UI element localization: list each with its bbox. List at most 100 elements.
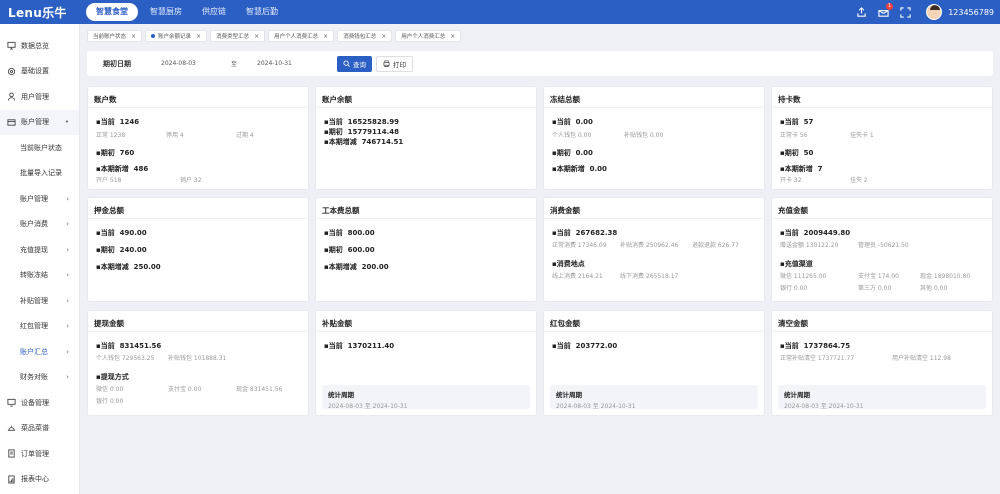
stat-period-title: 统计周期 xyxy=(556,391,582,399)
topnav-supply-chain[interactable]: 供应链 xyxy=(194,0,234,24)
query-button[interactable]: 查询 xyxy=(337,55,372,72)
notification-icon[interactable]: 1 xyxy=(876,3,894,19)
card-fee-total: 工本费总额 ▪当前 800.00 ▪期初 600.00 ▪本期增减 200.00 xyxy=(315,197,537,302)
period-new-value: ▪本期新增 486 xyxy=(96,165,149,173)
start-date-input[interactable]: 2024-08-03 xyxy=(161,60,231,67)
close-icon[interactable]: × xyxy=(254,33,259,40)
sidebar-item-label: 用户管理 xyxy=(21,92,49,101)
sidebar-subitem-recharge[interactable]: 充值提现 › xyxy=(0,237,79,263)
period-change-value: ▪本期增减 746714.51 xyxy=(324,138,404,146)
sidebar-item-label: 数据总览 xyxy=(21,41,49,50)
sidebar-item-basic-settings[interactable]: 基础设置 xyxy=(0,59,79,85)
sidebar-item-device[interactable]: 设备管理 xyxy=(0,390,79,416)
sidebar-item-reports[interactable]: 报表中心 xyxy=(0,467,79,493)
top-right-tools: 1 123456789 xyxy=(846,0,994,24)
user-subsidy-clear: 用户补贴清空 112.98 xyxy=(892,355,951,362)
search-icon xyxy=(343,60,350,67)
notification-badge: 1 xyxy=(886,3,894,10)
personal-wallet: 个人钱包 729563.25 xyxy=(96,355,155,362)
card-title: 提现金额 xyxy=(94,319,124,328)
normal-count: 正常 1238 xyxy=(96,132,126,139)
topnav-smart-kitchen[interactable]: 智慧厨房 xyxy=(142,0,190,24)
top-nav: 智慧食堂 智慧厨房 供应链 智慧后勤 xyxy=(86,0,290,24)
tab-label: 当前账户状态 xyxy=(93,34,127,40)
card-title: 清空金额 xyxy=(778,319,808,328)
close-icon[interactable]: × xyxy=(131,33,136,40)
period-change-value: ▪本期增减 250.00 xyxy=(96,263,161,271)
sidebar-item-dishes[interactable]: 菜品菜谱 xyxy=(0,416,79,442)
stat-period-value: 2024-08-03 至 2024-10-31 xyxy=(328,403,408,410)
sidebar-item-label: 菜品菜谱 xyxy=(21,424,49,433)
card-subsidy-amount: 补贴金额 ▪当前 1370211.40 统计周期 2024-08-03 至 20… xyxy=(315,310,537,416)
export-icon[interactable] xyxy=(854,5,868,19)
username[interactable]: 123456789 xyxy=(948,8,994,17)
card-deposit-total: 押金总额 ▪当前 490.00 ▪期初 240.00 ▪本期增减 250.00 xyxy=(87,197,309,302)
sidebar-subitem-import-records[interactable]: 批量导入记录 xyxy=(0,161,79,187)
beginning-value: ▪期初 15779114.48 xyxy=(324,128,399,136)
sidebar-subitem-reconciliation[interactable]: 财务对账 › xyxy=(0,365,79,391)
sidebar-subitem-red-packet[interactable]: 红包管理 › xyxy=(0,314,79,340)
card-title: 消费金额 xyxy=(550,206,580,215)
fullscreen-icon[interactable] xyxy=(898,5,912,19)
sidebar-subitem-subsidy[interactable]: 补贴管理 › xyxy=(0,288,79,314)
sidebar-item-label: 报表中心 xyxy=(21,475,49,484)
personal-wallet: 个人钱包 0.00 xyxy=(552,132,592,139)
tab-label: 账户余额记录 xyxy=(158,34,192,40)
thirdparty-amount: 第三方 0.00 xyxy=(858,285,892,292)
sidebar-subitem-current-status[interactable]: 当前账户状态 xyxy=(0,135,79,161)
alipay-amount: 支付宝 0.00 xyxy=(168,386,202,393)
card-title: 账户数 xyxy=(94,95,117,104)
sidebar-subitem-label: 红包管理 xyxy=(20,322,48,331)
tab-label: 用户个人消费汇总 xyxy=(401,34,446,40)
tab-user-consume-2[interactable]: 用户个人消费汇总 × xyxy=(395,30,462,42)
open-count: 开户 518 xyxy=(96,177,122,184)
current-value: ▪当前 16525828.99 xyxy=(324,118,399,126)
chevron-right-icon: › xyxy=(66,322,69,331)
filter-label: 期初日期 xyxy=(103,59,131,68)
card-title: 补贴金额 xyxy=(322,319,352,328)
stat-period-value: 2024-08-03 至 2024-10-31 xyxy=(556,403,636,410)
tab-label: 消费类型汇总 xyxy=(216,34,250,40)
cash-amount: 现金 1898010.80 xyxy=(920,273,971,280)
tab-current-status[interactable]: 当前账户状态 × xyxy=(87,30,143,42)
sidebar-subitem-account-summary[interactable]: 账户汇总 › xyxy=(0,339,79,365)
wechat-amount: 微信 0.00 xyxy=(96,386,124,393)
print-icon xyxy=(383,60,390,67)
print-button[interactable]: 打印 xyxy=(376,55,413,72)
normal-cards: 正常卡 56 xyxy=(780,132,808,139)
dish-icon xyxy=(7,424,16,433)
sidebar-item-account-management[interactable]: 账户管理 • xyxy=(0,109,79,135)
card-card-count: 持卡数 ▪当前 57 正常卡 56 挂失卡 1 ▪期初 50 ▪本期新增 7 开… xyxy=(771,86,993,190)
end-date-input[interactable]: 2024-10-31 xyxy=(257,60,327,67)
disabled-count: 停用 4 xyxy=(166,132,184,139)
date-separator: 至 xyxy=(231,61,238,68)
beginning-value: ▪期初 50 xyxy=(780,149,814,157)
close-icon[interactable]: × xyxy=(381,33,386,40)
close-icon[interactable]: × xyxy=(196,33,201,40)
current-value: ▪当前 2009449.80 xyxy=(780,229,851,237)
topnav-smart-canteen[interactable]: 智慧食堂 xyxy=(86,3,138,21)
tab-consume-type[interactable]: 消费类型汇总 × xyxy=(210,30,266,42)
sidebar-item-user-management[interactable]: 用户管理 xyxy=(0,84,79,110)
sidebar-subitem-account-consume[interactable]: 账户消费 › xyxy=(0,212,79,238)
sidebar-subitem-account-manage[interactable]: 账户管理 › xyxy=(0,186,79,212)
sidebar-subitem-transfer[interactable]: 转账冻结 › xyxy=(0,263,79,289)
tab-user-consume[interactable]: 用户个人消费汇总 × xyxy=(268,30,335,42)
card-title: 冻结总额 xyxy=(550,95,580,104)
beginning-value: ▪期初 600.00 xyxy=(324,246,375,254)
current-value: ▪当前 1737864.75 xyxy=(780,342,851,350)
tab-wallet-consume[interactable]: 消费钱包汇总 × xyxy=(337,30,393,42)
sidebar-item-data-overview[interactable]: 数据总览 xyxy=(0,33,79,59)
card-title: 红包金额 xyxy=(550,319,580,328)
period-new-value: ▪本期新增 7 xyxy=(780,165,823,173)
close-icon[interactable]: × xyxy=(450,33,455,40)
avatar[interactable] xyxy=(926,4,943,20)
topnav-smart-logistics[interactable]: 智慧后勤 xyxy=(238,0,286,24)
close-icon[interactable]: × xyxy=(323,33,328,40)
sidebar-item-orders[interactable]: 订单管理 xyxy=(0,441,79,467)
withdraw-method-title: ▪提现方式 xyxy=(96,373,129,381)
sidebar: 数据总览 基础设置 用户管理 账户管理 • 当前账户状态 批量导入记录 账户管理… xyxy=(0,24,80,494)
current-value: ▪当前 490.00 xyxy=(96,229,147,237)
tab-balance-records[interactable]: 账户余额记录 × xyxy=(145,30,208,42)
closed-count: 销户 32 xyxy=(180,177,202,184)
